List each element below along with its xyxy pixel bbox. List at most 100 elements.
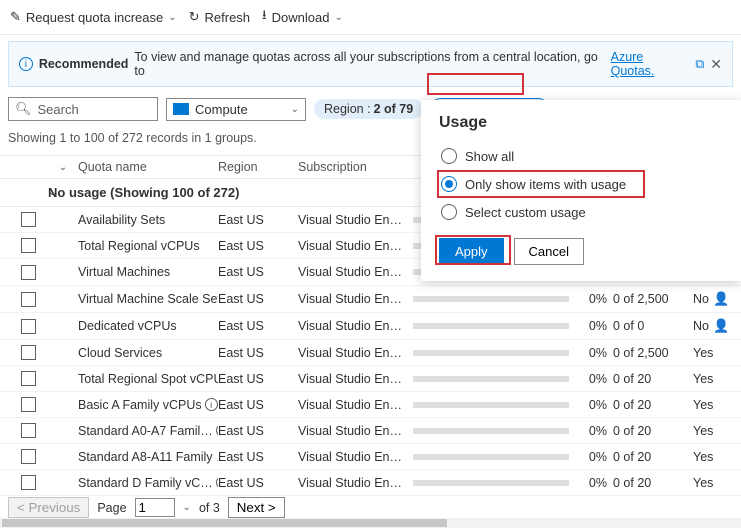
quota-name-cell: Basic A Family vCPUs i — [78, 398, 218, 412]
cancel-button[interactable]: Cancel — [514, 238, 584, 265]
chevron-down-icon: ⌄ — [334, 12, 342, 23]
region-cell: East US — [218, 239, 298, 253]
quantity-cell: 0 of 0 — [613, 319, 693, 333]
recommendation-bar: i Recommended To view and manage quotas … — [8, 41, 733, 87]
close-icon[interactable]: ✕ — [710, 56, 722, 73]
table-row: Standard D Family vC… iEast USVisual Stu… — [0, 470, 741, 496]
recommended-text: To view and manage quotas across all you… — [134, 50, 604, 78]
recommended-label: Recommended — [39, 57, 129, 71]
toolbar: ✎ Request quota increase ⌄ ↻ Refresh ⭳ D… — [0, 0, 741, 35]
radio-icon — [441, 204, 457, 220]
dropdown-title: Usage — [439, 114, 723, 132]
subscription-cell: Visual Studio En… — [298, 476, 413, 490]
quota-name-cell: Total Regional vCPUs — [78, 239, 218, 253]
row-checkbox[interactable] — [21, 319, 36, 334]
adjustable-cell: Yes — [693, 424, 733, 438]
apply-button[interactable]: Apply — [439, 238, 504, 265]
table-row: Standard A0-A7 Famil… iEast USVisual Stu… — [0, 418, 741, 444]
row-checkbox[interactable] — [21, 238, 36, 253]
adjustable-cell: No 👤 — [693, 291, 733, 307]
row-checkbox[interactable] — [21, 212, 36, 227]
col-region[interactable]: Region — [218, 160, 298, 174]
usage-bar: 0% — [413, 372, 613, 386]
adjustable-cell: No 👤 — [693, 318, 733, 334]
quota-name-cell: Availability Sets — [78, 213, 218, 227]
usage-bar: 0% — [413, 346, 613, 360]
adjustable-cell: Yes — [693, 476, 733, 490]
subscription-cell: Visual Studio En… — [298, 319, 413, 333]
row-checkbox[interactable] — [21, 345, 36, 360]
subscription-cell: Visual Studio En… — [298, 424, 413, 438]
page-label: Page — [97, 501, 126, 515]
usage-option-custom[interactable]: Select custom usage — [439, 198, 723, 226]
usage-bar: 0% — [413, 319, 613, 333]
region-cell: East US — [218, 476, 298, 490]
table-row: Dedicated vCPUsEast USVisual Studio En…0… — [0, 313, 741, 340]
adjustable-cell: Yes — [693, 372, 733, 386]
horizontal-scrollbar[interactable] — [0, 518, 741, 528]
next-page-button[interactable]: Next > — [228, 497, 285, 518]
person-icon[interactable]: 👤 — [713, 318, 729, 334]
region-cell: East US — [218, 372, 298, 386]
radio-icon — [441, 148, 457, 164]
usage-bar: 0% — [413, 292, 613, 306]
azure-quotas-link[interactable]: Azure Quotas. — [611, 50, 690, 78]
row-checkbox[interactable] — [21, 265, 36, 280]
info-icon: i — [19, 57, 33, 71]
row-checkbox[interactable] — [21, 371, 36, 386]
quota-name-cell: Standard A8-A11 Family … i — [78, 450, 218, 464]
adjustable-cell: Yes — [693, 346, 733, 360]
quota-name-cell: Virtual Machine Scale Sets — [78, 292, 218, 306]
table-row: Virtual Machine Scale SetsEast USVisual … — [0, 286, 741, 313]
col-quota-name[interactable]: Quota name — [78, 160, 218, 174]
page-input[interactable] — [135, 498, 175, 517]
quota-name-cell: Cloud Services — [78, 346, 218, 360]
subscription-cell: Visual Studio En… — [298, 213, 413, 227]
chevron-down-icon: ⌄ — [291, 104, 299, 115]
usage-option-show-all[interactable]: Show all — [439, 142, 723, 170]
quantity-cell: 0 of 2,500 — [613, 292, 693, 306]
chevron-down-icon[interactable]: ⌄ — [48, 162, 78, 173]
usage-bar: 0% — [413, 398, 613, 412]
usage-option-items-with-usage[interactable]: Only show items with usage — [439, 170, 723, 198]
col-subscription[interactable]: Subscription — [298, 160, 413, 174]
download-icon: ⭳ — [262, 6, 267, 28]
request-quota-button[interactable]: ✎ Request quota increase ⌄ — [10, 9, 177, 25]
chevron-down-icon: ⌄ — [168, 12, 176, 23]
quantity-cell: 0 of 20 — [613, 398, 693, 412]
region-cell: East US — [218, 265, 298, 279]
region-filter-pill[interactable]: Region : 2 of 79 — [314, 99, 423, 119]
refresh-button[interactable]: ↻ Refresh — [189, 9, 250, 25]
region-cell: East US — [218, 398, 298, 412]
prev-page-button[interactable]: < Previous — [8, 497, 89, 518]
download-button[interactable]: ⭳ Download ⌄ — [262, 6, 343, 28]
page-of-label: of 3 — [199, 501, 220, 515]
region-cell: East US — [218, 319, 298, 333]
table-row: Total Regional Spot vCPUsEast USVisual S… — [0, 366, 741, 392]
radio-selected-icon — [441, 176, 457, 192]
region-cell: East US — [218, 346, 298, 360]
row-checkbox[interactable] — [21, 423, 36, 438]
person-icon[interactable]: 👤 — [713, 291, 729, 307]
region-cell: East US — [218, 292, 298, 306]
table-row: Basic A Family vCPUs iEast USVisual Stud… — [0, 392, 741, 418]
quantity-cell: 0 of 20 — [613, 424, 693, 438]
quota-name-cell: Total Regional Spot vCPUs — [78, 372, 218, 386]
quantity-cell: 0 of 20 — [613, 476, 693, 490]
provider-select[interactable]: Compute ⌄ — [166, 98, 306, 121]
search-input[interactable]: 🔍︎ Search — [8, 97, 158, 121]
subscription-cell: Visual Studio En… — [298, 346, 413, 360]
quantity-cell: 0 of 20 — [613, 450, 693, 464]
row-checkbox[interactable] — [21, 475, 36, 490]
row-checkbox[interactable] — [21, 449, 36, 464]
usage-bar: 0% — [413, 476, 613, 490]
usage-bar: 0% — [413, 450, 613, 464]
info-icon[interactable]: i — [205, 398, 218, 411]
quota-name-cell: Standard A0-A7 Famil… i — [78, 424, 218, 438]
usage-bar: 0% — [413, 424, 613, 438]
chevron-down-icon[interactable]: ⌄ — [183, 502, 191, 513]
adjustable-cell: Yes — [693, 398, 733, 412]
row-checkbox[interactable] — [21, 292, 36, 307]
row-checkbox[interactable] — [21, 397, 36, 412]
region-cell: East US — [218, 424, 298, 438]
